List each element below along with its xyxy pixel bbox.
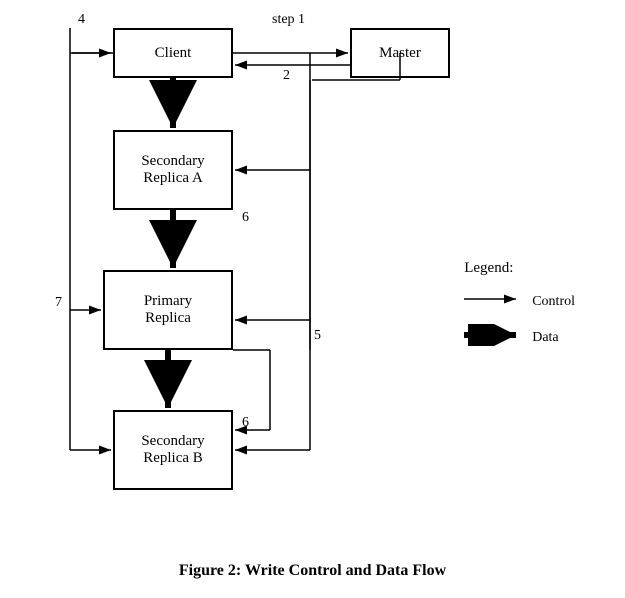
step1-label: step 1: [272, 12, 305, 28]
figure-caption: Figure 2: Write Control and Data Flow: [0, 562, 625, 580]
step6b-label: 6: [242, 415, 249, 431]
step5-label: 5: [314, 328, 321, 344]
secondary-a-box: Secondary Replica A: [113, 130, 233, 210]
secondary-b-box: Secondary Replica B: [113, 410, 233, 490]
master-box: Master: [350, 28, 450, 78]
data-label: Data: [532, 330, 558, 346]
client-label: Client: [155, 45, 192, 62]
step7-label: 7: [55, 295, 62, 311]
primary-box: Primary Replica: [103, 270, 233, 350]
control-arrow-svg: [464, 289, 524, 309]
master-label: Master: [379, 45, 421, 62]
diagram: Client Master Secondary Replica A Primar…: [0, 0, 625, 598]
legend-data: Data: [464, 324, 575, 351]
step2-label: 2: [283, 68, 290, 84]
primary-label: Primary Replica: [144, 293, 192, 327]
step3-label: 3: [178, 96, 185, 112]
data-arrow-container: [464, 324, 524, 351]
legend-title: Legend:: [464, 260, 575, 277]
legend-control: Control: [464, 289, 575, 314]
step4-label: 4: [78, 12, 85, 28]
control-label: Control: [532, 294, 575, 310]
step6a-label: 6: [242, 210, 249, 226]
legend: Legend: Control: [464, 260, 575, 361]
secondary-b-label: Secondary Replica B: [141, 433, 204, 467]
secondary-a-label: Secondary Replica A: [141, 153, 204, 187]
client-box: Client: [113, 28, 233, 78]
control-arrow-container: [464, 289, 524, 314]
data-arrow-svg: [464, 324, 524, 346]
